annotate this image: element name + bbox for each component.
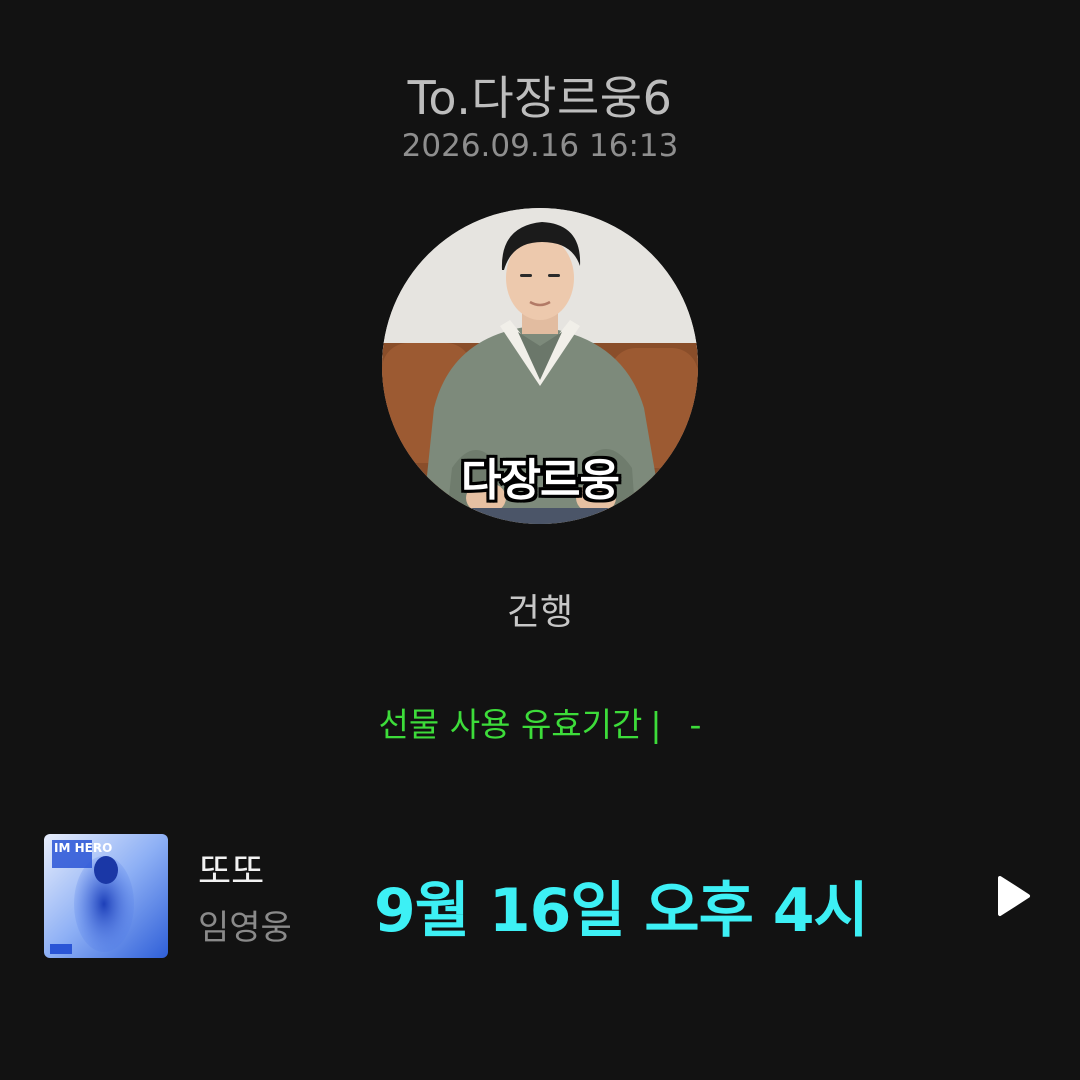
schedule-overlay-text: 9월 16일 오후 4시 <box>374 876 869 946</box>
validity-value: - <box>689 705 702 744</box>
avatar-caption: 다장르웅 <box>461 455 620 506</box>
validity-label: 선물 사용 유효기간 <box>378 705 643 744</box>
gift-message: 건행 <box>506 592 574 633</box>
timestamp: 2026.09.16 16:13 <box>401 128 679 164</box>
track-row[interactable]: IM HERO 또또 임영웅 9월 16일 오후 4시 <box>44 834 1036 958</box>
svg-text:IM HERO: IM HERO <box>54 841 112 855</box>
artist-name: 임영웅 <box>198 908 292 948</box>
play-icon <box>998 876 1030 916</box>
album-art: IM HERO <box>44 834 168 958</box>
song-title: 또또 <box>198 851 265 892</box>
gift-validity: 선물 사용 유효기간 | - <box>0 698 1080 746</box>
avatar: 다장르웅 <box>382 208 698 524</box>
recipient-title: To.다장르웅6 <box>407 71 673 125</box>
validity-separator: | <box>650 705 662 744</box>
play-button[interactable] <box>988 872 1036 920</box>
